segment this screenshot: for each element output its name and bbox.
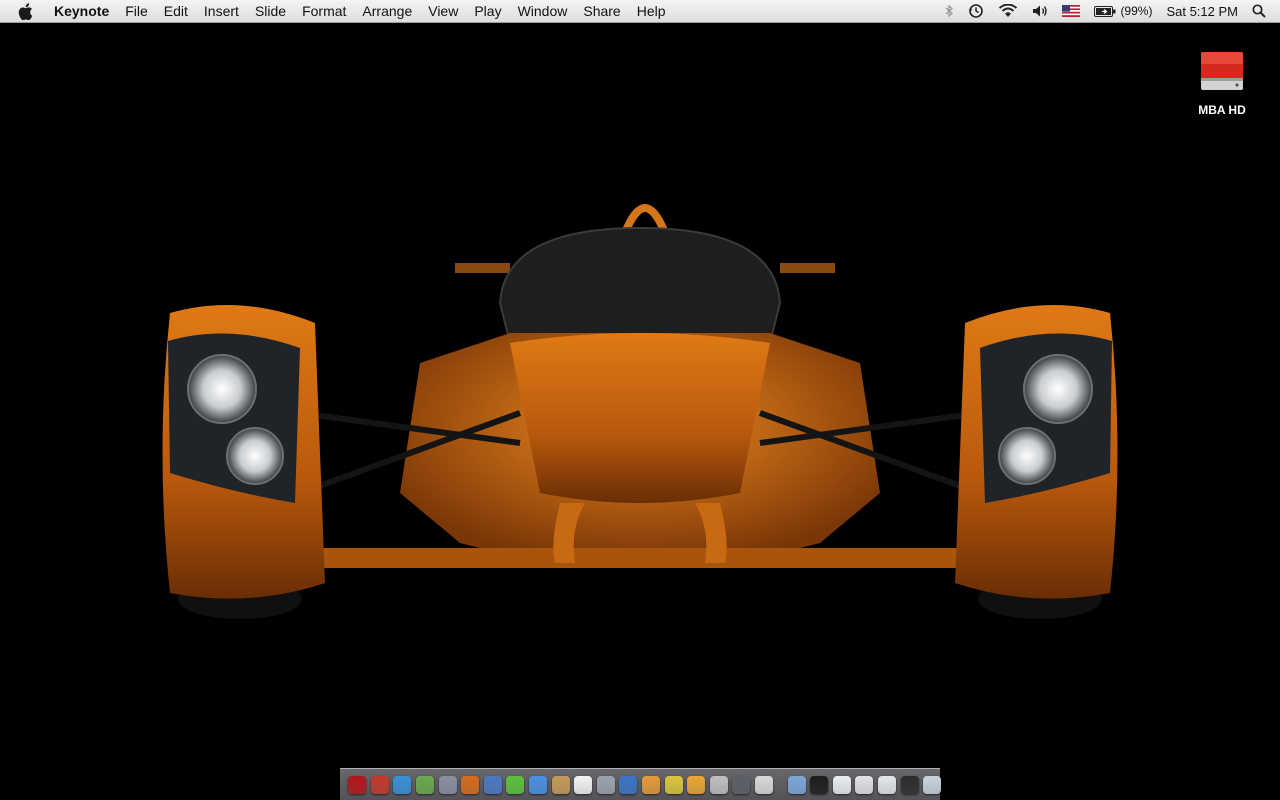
menu-arrange[interactable]: Arrange: [354, 0, 420, 22]
dock: [340, 768, 942, 800]
menu-help[interactable]: Help: [629, 0, 674, 22]
dock-utility-icon[interactable]: [438, 776, 457, 794]
clock[interactable]: Sat 5:12 PM: [1159, 0, 1245, 22]
dock-safari-icon[interactable]: [393, 776, 412, 794]
dock-documents-stack[interactable]: [832, 776, 851, 794]
menu-play[interactable]: Play: [466, 0, 509, 22]
dock-photos-icon[interactable]: [596, 776, 615, 794]
menu-view[interactable]: View: [420, 0, 466, 22]
dock-applications-stack[interactable]: [787, 776, 806, 794]
menu-window[interactable]: Window: [510, 0, 576, 22]
dock-cd-icon[interactable]: [370, 776, 389, 794]
dock-imovie-icon[interactable]: [664, 776, 683, 794]
dock-downloads-stack[interactable]: [855, 776, 874, 794]
dock-blank-icon[interactable]: [709, 776, 728, 794]
desktop-drive-mba-hd[interactable]: MBA HD: [1188, 48, 1256, 117]
dock-iphoto-icon[interactable]: [642, 776, 661, 794]
dock-itunes-icon[interactable]: [619, 776, 638, 794]
dock-camera-icon[interactable]: [732, 776, 751, 794]
menu-file[interactable]: File: [117, 0, 156, 22]
desktop-wallpaper: [162, 204, 1118, 619]
dock-ical-icon[interactable]: [574, 776, 593, 794]
dock-textedit-icon[interactable]: [754, 776, 773, 794]
drive-label: MBA HD: [1198, 103, 1246, 117]
app-menu[interactable]: Keynote: [48, 0, 117, 22]
menu-share[interactable]: Share: [575, 0, 628, 22]
dock-folder-stack[interactable]: [877, 776, 896, 794]
battery-icon[interactable]: (99%): [1087, 0, 1159, 22]
menu-insert[interactable]: Insert: [196, 0, 247, 22]
dock-terminal-icon[interactable]: [810, 776, 829, 794]
flag-icon[interactable]: [1055, 0, 1087, 22]
battery-percentage: (99%): [1120, 4, 1153, 18]
dock-acrobat-icon[interactable]: [348, 776, 367, 794]
volume-icon[interactable]: [1025, 0, 1055, 22]
status-menus: (99%) Sat 5:12 PM: [938, 0, 1280, 22]
dock-frontrow-icon[interactable]: [506, 776, 525, 794]
dock-preview-icon[interactable]: [483, 776, 502, 794]
dock-ichat-icon[interactable]: [529, 776, 548, 794]
menu-format[interactable]: Format: [294, 0, 354, 22]
dock-activity-icon[interactable]: [416, 776, 435, 794]
dock-garageband-icon[interactable]: [687, 776, 706, 794]
dock-screen-stack[interactable]: [900, 776, 919, 794]
menu-slide[interactable]: Slide: [247, 0, 294, 22]
clock-text: Sat 5:12 PM: [1166, 3, 1238, 19]
spotlight-icon[interactable]: [1245, 0, 1280, 22]
time-machine-icon[interactable]: [961, 0, 991, 22]
dock-addressbook-icon[interactable]: [551, 776, 570, 794]
hard-drive-icon: [1201, 52, 1243, 90]
apple-menu-icon[interactable]: [18, 2, 38, 20]
menu-edit[interactable]: Edit: [156, 0, 196, 22]
menu-bar: Keynote File Edit Insert Slide Format Ar…: [0, 0, 1280, 23]
dock-trash-icon[interactable]: [923, 776, 942, 794]
wifi-icon[interactable]: [991, 0, 1025, 22]
dock-keynote-icon[interactable]: [461, 776, 480, 794]
bluetooth-icon[interactable]: [938, 0, 961, 22]
